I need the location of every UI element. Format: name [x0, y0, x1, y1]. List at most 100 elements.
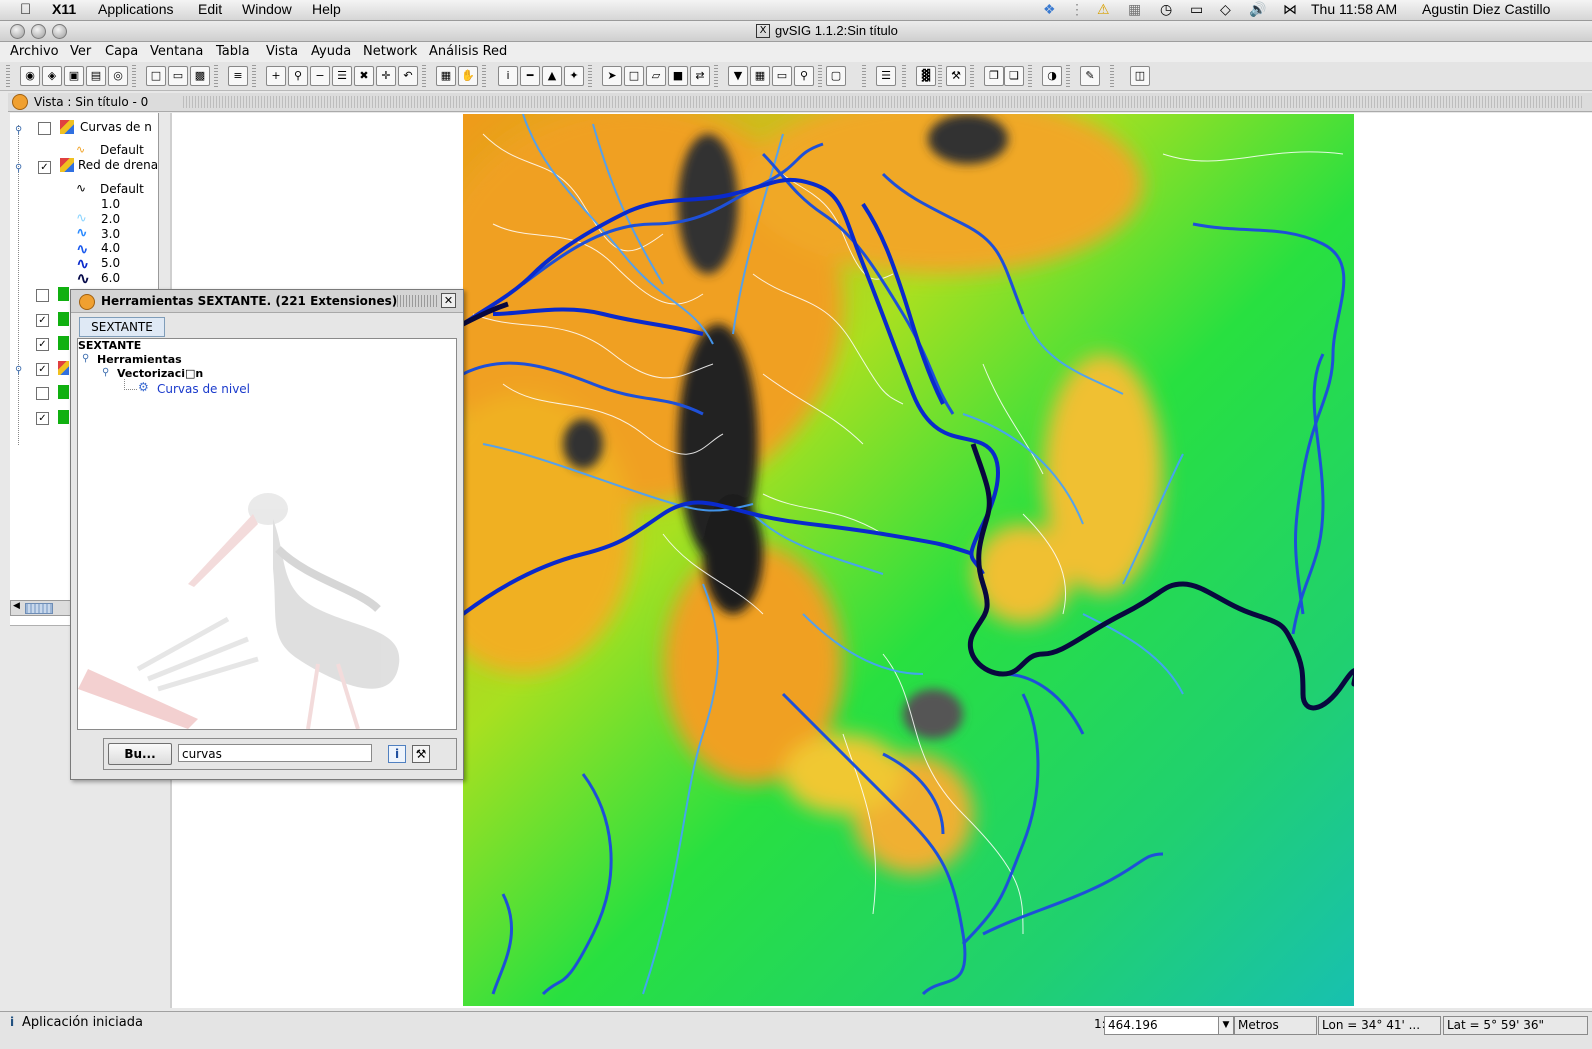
chevron-down-icon[interactable]: ▼	[1218, 1016, 1234, 1035]
new-file-icon[interactable]: □	[146, 66, 166, 86]
attribute-table-icon[interactable]: ▦	[750, 66, 770, 86]
menu-vista[interactable]: Vista	[266, 44, 298, 59]
tree-toggle-icon[interactable]: ⚲	[15, 365, 22, 376]
toc-horizontal-scrollbar[interactable]: ◀	[10, 600, 72, 616]
window-icon[interactable]: ◫	[1130, 66, 1150, 86]
edit-icon[interactable]: ✎	[1080, 66, 1100, 86]
layers-icon[interactable]: ≡	[228, 66, 248, 86]
apple-icon[interactable]: 	[20, 1, 31, 18]
view-frame-titlebar[interactable]: Vista : Sin título - 0	[8, 93, 1592, 112]
filter-icon[interactable]: ▼	[728, 66, 748, 86]
scroll-left-icon[interactable]: ◀	[13, 601, 20, 611]
zoom-out-icon[interactable]: −	[310, 66, 330, 86]
mac-menu-applications[interactable]: Applications	[98, 1, 174, 17]
copy-doc-icon[interactable]: ❐	[984, 66, 1004, 86]
tree-toggle-icon[interactable]: ⚲	[15, 125, 22, 136]
zoom-in-icon[interactable]: +	[266, 66, 286, 86]
zoom-previous-icon[interactable]: ↶	[398, 66, 418, 86]
table-icon[interactable]: ▣	[64, 66, 84, 86]
minimize-window-button[interactable]	[31, 24, 46, 39]
map-canvas[interactable]	[463, 114, 1354, 1006]
select-layer-icon[interactable]: ■	[668, 66, 688, 86]
globe-icon[interactable]: ◑	[1042, 66, 1062, 86]
tree-toggle-icon[interactable]: ⚲	[15, 163, 22, 174]
layer-checkbox[interactable]	[36, 289, 49, 302]
layer-checkbox[interactable]	[36, 387, 49, 400]
sextante-tools-icon[interactable]: ⚒	[946, 66, 966, 86]
zoom-select-icon[interactable]: ✛	[376, 66, 396, 86]
close-icon[interactable]: ✕	[441, 293, 456, 308]
menu-analisis-red[interactable]: Análisis Red	[429, 44, 507, 59]
invert-selection-icon[interactable]: ⇄	[690, 66, 710, 86]
tree-toggle-icon[interactable]: ⚲	[102, 367, 109, 378]
search-button[interactable]: Bu...	[108, 743, 172, 765]
hyperlink-icon[interactable]: ✦	[564, 66, 584, 86]
scroll-thumb[interactable]	[25, 603, 53, 614]
layer-remove-icon[interactable]: ◈	[42, 66, 62, 86]
mac-app-name[interactable]: X11	[52, 1, 76, 17]
tree-toggle-icon[interactable]: ⚲	[82, 353, 89, 364]
display-icon[interactable]: ▭	[1190, 1, 1203, 18]
select-rect-icon[interactable]: □	[624, 66, 644, 86]
layer-checkbox[interactable]: ✓	[36, 338, 49, 351]
layer-checkbox[interactable]: ✓	[36, 314, 49, 327]
volume-icon[interactable]: 🔊	[1249, 1, 1266, 18]
menubar-user[interactable]: Agustin Diez Castillo	[1422, 1, 1550, 17]
close-window-button[interactable]	[10, 24, 25, 39]
layout-icon[interactable]: ▤	[86, 66, 106, 86]
grid-icon[interactable]: ▓	[916, 66, 936, 86]
time-machine-icon[interactable]: ◷	[1160, 1, 1172, 18]
wifi-icon[interactable]: ◇	[1220, 1, 1231, 18]
frame-icon[interactable]: ▦	[436, 66, 456, 86]
measure-area-icon[interactable]: ▲	[542, 66, 562, 86]
layer-checkbox-red[interactable]: ✓	[38, 161, 51, 174]
mac-menu-edit[interactable]: Edit	[198, 1, 222, 17]
menu-archivo[interactable]: Archivo	[10, 44, 59, 59]
menu-ventana[interactable]: Ventana	[150, 44, 203, 59]
selection-rect-icon[interactable]: ▭	[772, 66, 792, 86]
layer-checkbox[interactable]: ✓	[36, 363, 49, 376]
menu-tabla[interactable]: Tabla	[216, 44, 250, 59]
tools-icon[interactable]: ⚒	[412, 745, 430, 763]
tree-group-herramientas[interactable]: Herramientas	[97, 353, 182, 366]
tree-root[interactable]: SEXTANTE	[78, 339, 141, 352]
measure-distance-icon[interactable]: ━	[520, 66, 540, 86]
bluetooth-icon[interactable]: ⋈	[1283, 1, 1297, 18]
menu-ver[interactable]: Ver	[70, 44, 91, 59]
layer-checkbox-curvas[interactable]	[38, 122, 51, 135]
legend-icon[interactable]: ☰	[876, 66, 896, 86]
paste-doc-icon[interactable]: ❏	[1004, 66, 1024, 86]
select-pointer-icon[interactable]: ➤	[602, 66, 622, 86]
locate-icon[interactable]: ◎	[108, 66, 128, 86]
menu-network[interactable]: Network	[363, 44, 417, 59]
menu-capa[interactable]: Capa	[105, 44, 138, 59]
sextante-tree[interactable]: SEXTANTE ⚲ Herramientas ⚲ Vectorizaci□n …	[77, 338, 457, 730]
layer-name-red[interactable]: Red de drena	[78, 158, 158, 172]
info-icon[interactable]: i	[388, 745, 406, 763]
info-icon[interactable]: i	[498, 66, 518, 86]
dropbox-icon[interactable]: ❖	[1043, 1, 1056, 18]
save-icon[interactable]: ▩	[190, 66, 210, 86]
graphic-icon[interactable]: ▢	[826, 66, 846, 86]
grip-icon[interactable]: ⋮	[1070, 1, 1084, 18]
menubar-clock[interactable]: Thu 11:58 AM	[1311, 1, 1397, 17]
pan-hand-icon[interactable]: ✋	[458, 66, 478, 86]
zoom-window-icon[interactable]: ⚲	[288, 66, 308, 86]
layer-add-icon[interactable]: ◉	[20, 66, 40, 86]
zoom-layers-icon[interactable]: ☰	[332, 66, 352, 86]
tree-leaf-curvas-de-nivel[interactable]: Curvas de nivel	[157, 382, 250, 396]
tab-sextante[interactable]: SEXTANTE	[79, 317, 165, 337]
layer-name-curvas[interactable]: Curvas de n	[80, 120, 158, 134]
open-folder-icon[interactable]: ▭	[168, 66, 188, 86]
scale-input[interactable]: 464.196	[1104, 1016, 1221, 1035]
spaces-icon[interactable]: ▦	[1128, 1, 1141, 18]
menu-ayuda[interactable]: Ayuda	[311, 44, 351, 59]
find-icon[interactable]: ⚲	[794, 66, 814, 86]
zoom-window-button[interactable]	[52, 24, 67, 39]
sextante-dialog[interactable]: Herramientas SEXTANTE. (221 Extensiones)…	[70, 289, 464, 780]
sextante-dialog-titlebar[interactable]: Herramientas SEXTANTE. (221 Extensiones)…	[71, 290, 463, 313]
layer-checkbox[interactable]: ✓	[36, 412, 49, 425]
zoom-full-icon[interactable]: ✖	[354, 66, 374, 86]
mac-menu-window[interactable]: Window	[242, 1, 292, 17]
select-polygon-icon[interactable]: ▱	[646, 66, 666, 86]
